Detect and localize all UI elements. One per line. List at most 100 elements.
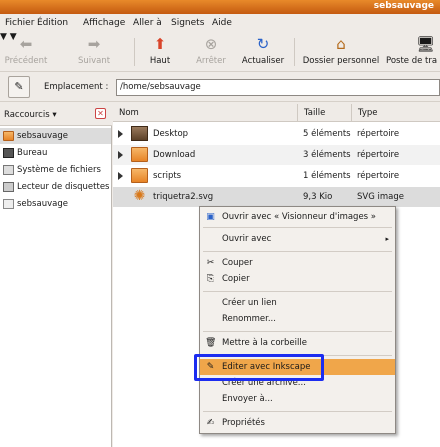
menu-aide[interactable]: Aide xyxy=(212,18,232,28)
dropdown-arrow-icon: ▾ xyxy=(52,110,57,120)
title-bar: sebsauvage xyxy=(0,0,440,14)
stop-label: Arrêter xyxy=(196,56,226,66)
file-size: 3 éléments xyxy=(303,150,351,160)
menu-item-send-to[interactable]: Envoyer à... xyxy=(200,391,395,407)
menu-item-trash[interactable]: 🗑 Mettre à la corbeille xyxy=(200,335,395,351)
column-header-type[interactable]: Type xyxy=(352,104,440,122)
forward-label: Suivant xyxy=(77,56,111,66)
file-row[interactable]: scripts 1 éléments répertoire xyxy=(113,166,440,186)
sidebar-item-bookmark[interactable]: sebsauvage xyxy=(0,196,111,212)
sidebar-item-floppy[interactable]: Lecteur de disquettes xyxy=(0,179,111,195)
menu-aller-a[interactable]: Aller à xyxy=(133,18,162,28)
menu-item-label: Couper xyxy=(222,258,253,268)
menu-item-label: Ouvrir avec « Visionneur d'images » xyxy=(222,212,377,222)
file-row[interactable]: Download 3 éléments répertoire xyxy=(113,145,440,165)
column-header-size[interactable]: Taille xyxy=(298,104,352,122)
menu-item-rename[interactable]: Renommer... xyxy=(200,311,395,327)
file-name: triquetra2.svg xyxy=(153,192,214,202)
file-type: SVG image xyxy=(357,192,404,202)
svg-file-icon: ✺ xyxy=(133,188,146,204)
menu-item-open-with-viewer[interactable]: ▣ Ouvrir avec « Visionneur d'images » xyxy=(200,209,395,225)
menu-separator xyxy=(203,331,392,332)
sidebar-item-home[interactable]: sebsauvage xyxy=(0,128,111,144)
file-name: scripts xyxy=(153,171,182,181)
computer-button[interactable]: 🖥 Poste de tra xyxy=(386,35,440,71)
menu-item-cut[interactable]: ✂ Couper xyxy=(200,255,395,271)
context-menu: ▣ Ouvrir avec « Visionneur d'images » Ou… xyxy=(199,206,396,434)
file-type: répertoire xyxy=(357,150,400,160)
location-label: Emplacement : xyxy=(44,82,109,92)
up-label: Haut xyxy=(149,56,171,66)
sidebar-title: Raccourcis xyxy=(4,110,50,120)
menu-item-label: Mettre à la corbeille xyxy=(222,338,307,348)
file-size: 9,3 Kio xyxy=(303,192,333,202)
sidebar-item-label: Bureau xyxy=(17,148,48,158)
pencil-icon: ✎ xyxy=(14,80,24,93)
toggle-location-button[interactable]: ✎ xyxy=(8,76,30,98)
window-title: sebsauvage xyxy=(373,1,434,11)
menu-item-label: Envoyer à... xyxy=(222,394,273,404)
folder-icon xyxy=(131,168,148,183)
menu-item-label: Copier xyxy=(222,274,250,284)
menu-bar: Fichier Édition Affichage Aller à Signet… xyxy=(0,14,440,32)
home-button[interactable]: ⌂ Dossier personnel xyxy=(298,35,384,71)
home-folder-icon xyxy=(3,131,14,141)
home-folder-icon: ⌂ xyxy=(336,35,346,53)
menu-item-label: Créer un lien xyxy=(222,298,277,308)
reload-label: Actualiser xyxy=(241,56,285,66)
file-row[interactable]: Desktop 5 éléments répertoire xyxy=(113,124,440,144)
forward-button[interactable]: ➡ Suivant xyxy=(72,35,116,71)
menu-item-label: Ouvrir avec xyxy=(222,234,272,244)
menu-signets[interactable]: Signets xyxy=(171,18,204,28)
sidebar-item-label: sebsauvage xyxy=(17,199,68,209)
sidebar-item-bureau[interactable]: Bureau xyxy=(0,145,111,161)
image-viewer-icon: ▣ xyxy=(206,212,215,222)
sidebar-item-filesystem[interactable]: Système de fichiers xyxy=(0,162,111,178)
menu-affichage[interactable]: Affichage xyxy=(83,18,125,28)
sidebar-item-label: sebsauvage xyxy=(17,131,68,141)
folder-icon xyxy=(131,147,148,162)
menu-item-copy[interactable]: ⎘ Copier xyxy=(200,271,395,287)
file-size: 5 éléments xyxy=(303,129,351,139)
column-header-name[interactable]: Nom xyxy=(113,104,298,122)
annotation-highlight-box xyxy=(194,354,324,381)
arrow-up-icon: ⬆ xyxy=(153,35,167,53)
file-type: répertoire xyxy=(357,171,400,181)
menu-fichier[interactable]: Fichier xyxy=(5,18,34,28)
file-size: 1 éléments xyxy=(303,171,351,181)
scissors-icon: ✂ xyxy=(206,258,215,268)
stop-icon: ⊗ xyxy=(204,35,218,53)
file-name: Download xyxy=(153,150,196,160)
file-row-selected[interactable]: ✺ triquetra2.svg 9,3 Kio SVG image xyxy=(113,187,440,207)
file-type: répertoire xyxy=(357,129,400,139)
copy-icon: ⎘ xyxy=(206,274,215,284)
properties-icon: ✍ xyxy=(206,418,215,428)
computer-icon: 🖥 xyxy=(416,35,436,53)
expand-arrow-icon[interactable] xyxy=(118,151,123,159)
arrow-right-icon: ➡ xyxy=(87,35,101,53)
menu-separator xyxy=(203,411,392,412)
expand-arrow-icon[interactable] xyxy=(118,130,123,138)
reload-icon: ↻ xyxy=(256,35,270,53)
desktop-icon xyxy=(3,148,14,158)
menu-separator xyxy=(203,291,392,292)
location-input[interactable]: /home/sebsauvage xyxy=(116,79,440,96)
menu-item-open-with[interactable]: Ouvrir avec ▸ xyxy=(200,231,395,247)
stop-button[interactable]: ⊗ Arrêter xyxy=(190,35,232,71)
toolbar-separator xyxy=(134,38,135,66)
menu-item-create-link[interactable]: Créer un lien xyxy=(200,295,395,311)
sidebar-selector[interactable]: Raccourcis ▾ xyxy=(4,110,57,120)
menu-item-properties[interactable]: ✍ Propriétés xyxy=(200,415,395,431)
up-button[interactable]: ⬆ Haut xyxy=(142,35,178,71)
home-label: Dossier personnel xyxy=(302,56,380,66)
computer-label: Poste de tra xyxy=(386,56,438,66)
menu-edition[interactable]: Édition xyxy=(37,18,68,28)
back-button[interactable]: ⬅ Précédent xyxy=(4,35,48,71)
expand-arrow-icon[interactable] xyxy=(118,172,123,180)
close-sidebar-icon[interactable]: ✕ xyxy=(95,108,106,119)
reload-button[interactable]: ↻ Actualiser xyxy=(238,35,288,71)
toolbar: ⬅ Précédent ▼ ➡ Suivant ▼ ⬆ Haut ⊗ Arrêt… xyxy=(0,32,440,72)
menu-separator xyxy=(203,251,392,252)
menu-separator xyxy=(203,227,392,228)
drive-icon xyxy=(3,165,14,175)
